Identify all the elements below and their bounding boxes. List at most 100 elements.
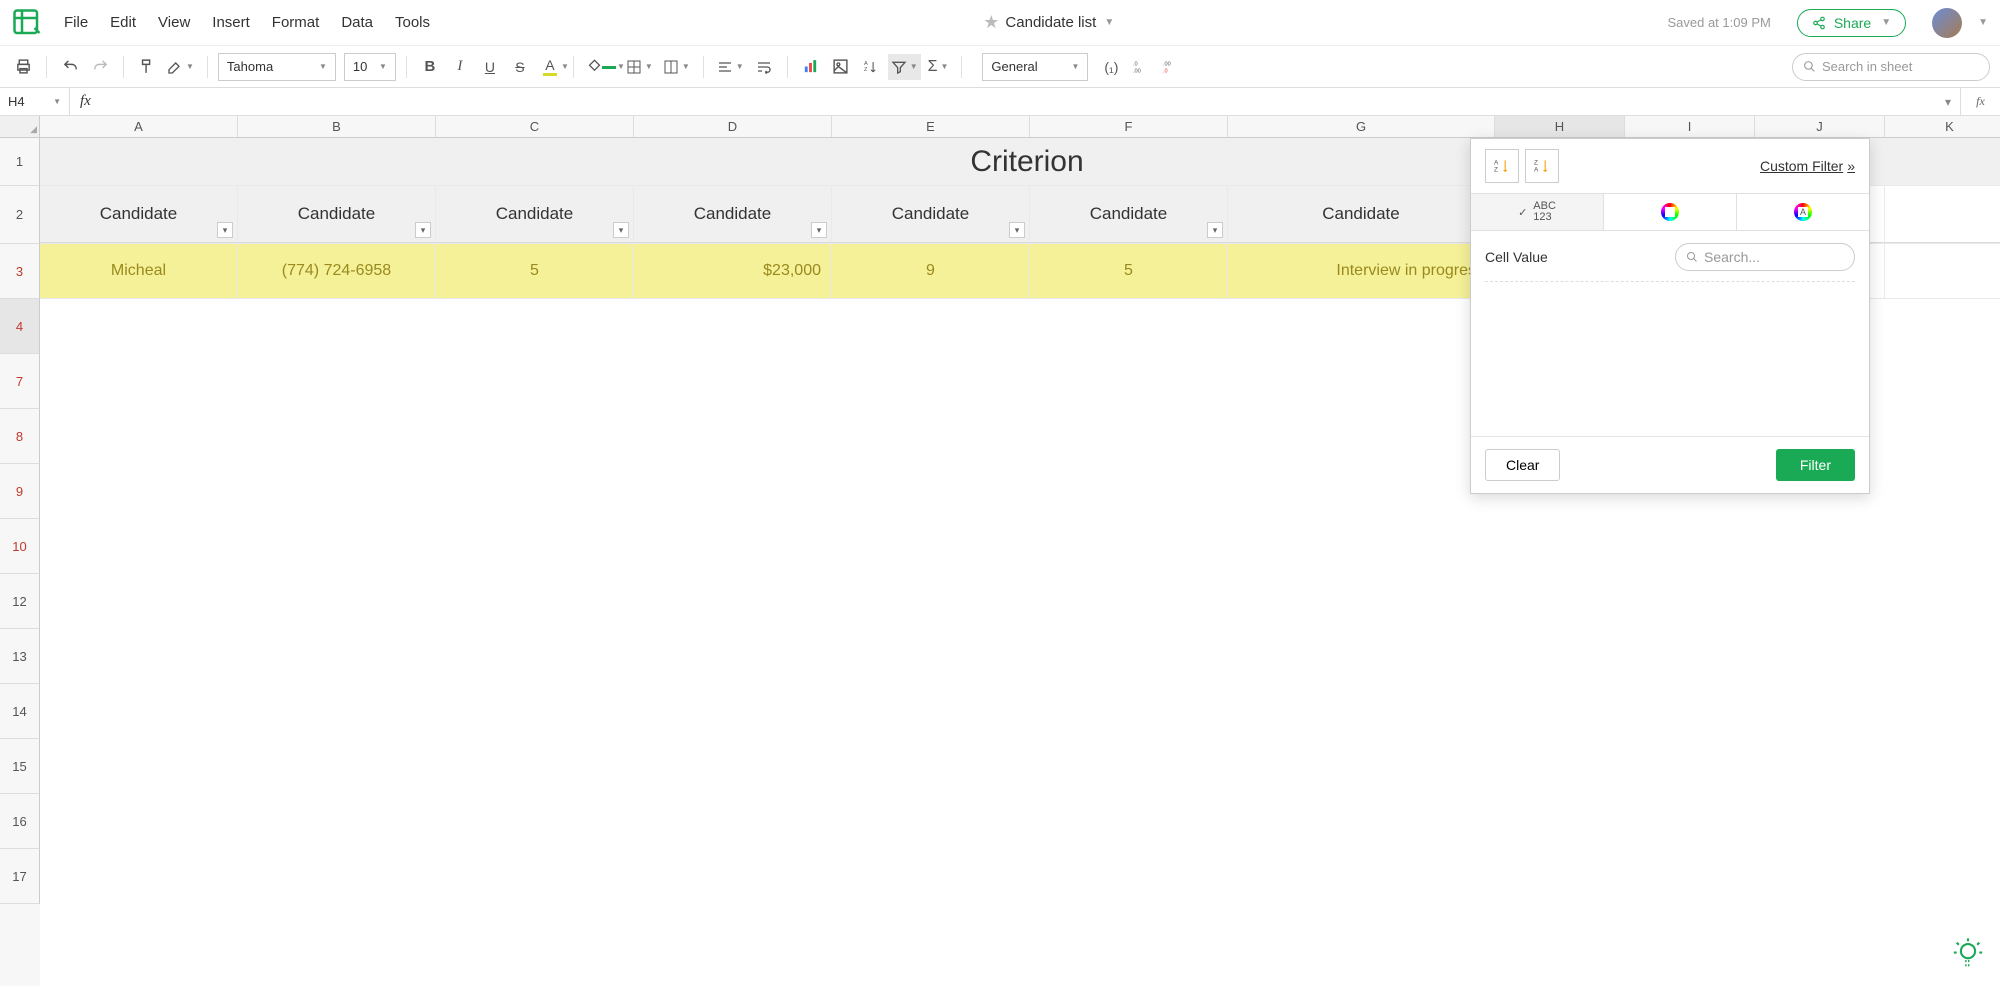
filter-button[interactable]: ▼ (888, 54, 921, 80)
function-panel-icon[interactable]: fx (1960, 88, 2000, 115)
data-cell[interactable]: 5 (1030, 244, 1228, 298)
filter-tab-fontcolor[interactable]: A (1737, 194, 1869, 230)
data-cell[interactable]: Interview in progress (1228, 244, 1495, 298)
filter-dropdown-icon[interactable]: ▾ (811, 222, 827, 238)
header-cell[interactable]: Candidate▾ (832, 186, 1030, 243)
column-header-G[interactable]: G (1228, 116, 1495, 137)
column-header-E[interactable]: E (832, 116, 1030, 137)
row-header-9[interactable]: 9 (0, 464, 40, 519)
star-icon[interactable]: ★ (983, 12, 999, 33)
expand-formula-icon[interactable]: ▾ (1936, 95, 1960, 109)
strikethrough-button[interactable]: S (507, 54, 533, 80)
column-header-D[interactable]: D (634, 116, 832, 137)
menu-tools[interactable]: Tools (395, 14, 430, 31)
menu-format[interactable]: Format (272, 14, 320, 31)
row-header-16[interactable]: 16 (0, 794, 40, 849)
wrap-text-button[interactable] (751, 54, 777, 80)
clear-button[interactable]: Clear (1485, 449, 1560, 481)
data-cell[interactable]: Micheal (40, 244, 238, 298)
filter-search-input[interactable]: Search... (1675, 243, 1855, 271)
menu-view[interactable]: View (158, 14, 190, 31)
menu-data[interactable]: Data (341, 14, 373, 31)
data-cell[interactable]: 5 (436, 244, 634, 298)
filter-dropdown-icon[interactable]: ▾ (415, 222, 431, 238)
select-all-corner[interactable]: ◢ (0, 116, 40, 137)
column-header-F[interactable]: F (1030, 116, 1228, 137)
header-cell[interactable]: Candidate▾ (436, 186, 634, 243)
row-header-17[interactable]: 17 (0, 849, 40, 904)
fill-color-button[interactable]: ▼ (584, 54, 619, 80)
empty-cell[interactable] (1885, 244, 2000, 298)
user-avatar[interactable] (1932, 8, 1962, 38)
bold-button[interactable]: B (417, 54, 443, 80)
row-header-10[interactable]: 10 (0, 519, 40, 574)
filter-dropdown-icon[interactable]: ▾ (1009, 222, 1025, 238)
header-cell[interactable]: Candidate▾ (634, 186, 832, 243)
font-color-button[interactable]: A▼ (537, 54, 563, 80)
row-header-13[interactable]: 13 (0, 629, 40, 684)
filter-dropdown-icon[interactable]: ▾ (613, 222, 629, 238)
filter-dropdown-icon[interactable]: ▾ (217, 222, 233, 238)
print-button[interactable] (10, 54, 36, 80)
column-header-J[interactable]: J (1755, 116, 1885, 137)
data-cell[interactable]: $23,000 (634, 244, 832, 298)
menu-insert[interactable]: Insert (212, 14, 250, 31)
number-format-select[interactable]: General ▼ (982, 53, 1088, 81)
filter-tab-value[interactable]: ✓ ABC123 (1471, 194, 1604, 230)
format-painter-button[interactable] (134, 54, 160, 80)
column-header-I[interactable]: I (1625, 116, 1755, 137)
formula-input[interactable] (101, 88, 1936, 115)
row-header-3[interactable]: 3 (0, 244, 40, 299)
column-header-B[interactable]: B (238, 116, 436, 137)
redo-button[interactable] (87, 54, 113, 80)
font-family-select[interactable]: Tahoma ▼ (218, 53, 336, 81)
sort-button[interactable]: AZ (858, 54, 884, 80)
help-icon[interactable] (1948, 934, 1988, 974)
sum-button[interactable]: Σ▼ (925, 54, 952, 80)
row-header-7[interactable]: 7 (0, 354, 40, 409)
filter-tab-color[interactable] (1604, 194, 1737, 230)
column-header-K[interactable]: K (1885, 116, 2000, 137)
row-header-8[interactable]: 8 (0, 409, 40, 464)
borders-button[interactable]: ▼ (623, 54, 656, 80)
chart-button[interactable] (798, 54, 824, 80)
cell-reference-input[interactable]: H4 ▼ (0, 88, 70, 115)
data-cell[interactable]: (774) 724-6958 (238, 244, 436, 298)
row-header-14[interactable]: 14 (0, 684, 40, 739)
decimal-inc-button[interactable]: .0.00 (1128, 54, 1154, 80)
share-button[interactable]: Share ▼ (1797, 9, 1906, 37)
menu-edit[interactable]: Edit (110, 14, 136, 31)
clear-format-button[interactable]: ▼ (164, 54, 197, 80)
undo-button[interactable] (57, 54, 83, 80)
italic-button[interactable]: I (447, 54, 473, 80)
paren-button[interactable]: (₁) (1098, 54, 1124, 80)
row-header-4[interactable]: 4 (0, 299, 40, 354)
menu-file[interactable]: File (64, 14, 88, 31)
search-input[interactable]: Search in sheet (1792, 53, 1990, 81)
fx-icon[interactable]: fx (70, 93, 101, 110)
row-header-12[interactable]: 12 (0, 574, 40, 629)
merge-button[interactable]: ▼ (660, 54, 693, 80)
column-header-C[interactable]: C (436, 116, 634, 137)
filter-dropdown-icon[interactable]: ▾ (1207, 222, 1223, 238)
column-header-H[interactable]: H (1495, 116, 1625, 137)
header-cell[interactable]: Candidate (1228, 186, 1495, 243)
sort-desc-button[interactable]: ZA (1525, 149, 1559, 183)
column-header-A[interactable]: A (40, 116, 238, 137)
sort-asc-button[interactable]: AZ (1485, 149, 1519, 183)
filter-apply-button[interactable]: Filter (1776, 449, 1855, 481)
chevron-down-icon[interactable]: ▼ (1978, 17, 1988, 28)
image-button[interactable] (828, 54, 854, 80)
row-header-2[interactable]: 2 (0, 186, 40, 244)
decimal-dec-button[interactable]: .00.0 (1158, 54, 1184, 80)
underline-button[interactable]: U (477, 54, 503, 80)
font-size-select[interactable]: 10 ▼ (344, 53, 396, 81)
header-cell[interactable]: Candidate▾ (1030, 186, 1228, 243)
header-cell[interactable]: Candidate▾ (40, 186, 238, 243)
custom-filter-link[interactable]: Custom Filter » (1760, 158, 1855, 174)
row-header-15[interactable]: 15 (0, 739, 40, 794)
data-cell[interactable]: 9 (832, 244, 1030, 298)
chevron-down-icon[interactable]: ▼ (1104, 17, 1114, 28)
row-header-1[interactable]: 1 (0, 138, 40, 186)
align-button[interactable]: ▼ (714, 54, 747, 80)
